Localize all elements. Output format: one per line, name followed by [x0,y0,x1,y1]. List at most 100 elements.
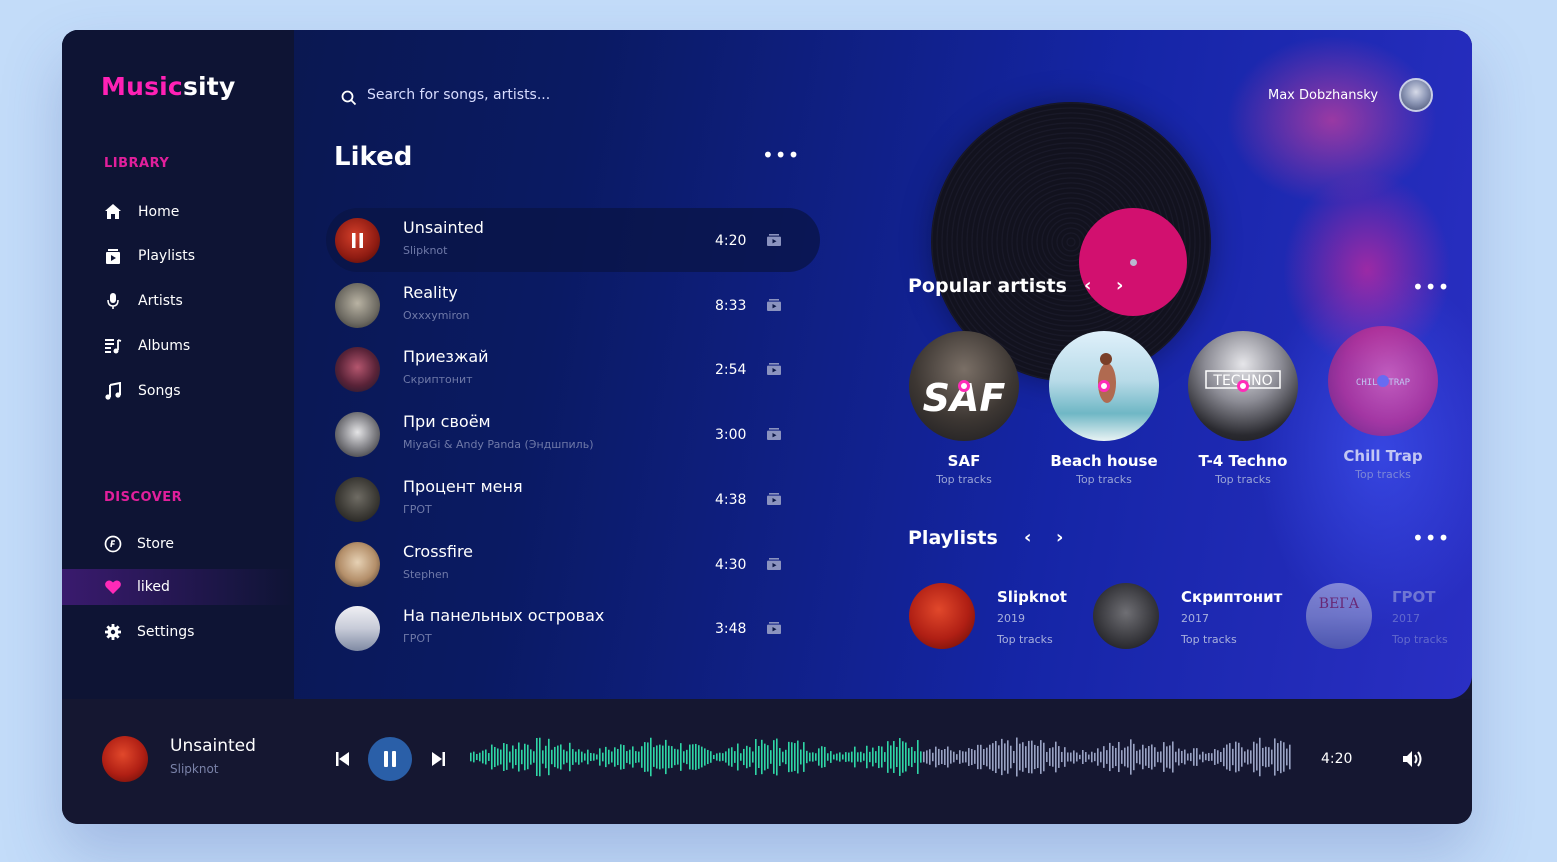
playlists-more-button[interactable]: ••• [1412,528,1450,548]
waveform-bar [866,745,868,769]
playlists-title: Playlists [908,527,998,549]
liked-more-button[interactable]: ••• [762,145,800,165]
waveform-bar [1013,750,1015,764]
popular-artists-next-button[interactable]: › [1116,275,1123,296]
track-row[interactable]: Reality Oxxxymiron 8:33 [326,273,820,337]
sidebar-item-songs[interactable]: Songs [62,373,294,409]
waveform-progress-bar[interactable] [470,735,1294,779]
track-title: Unsainted [403,218,484,237]
waveform-bar [482,750,484,764]
waveform-bar [1046,751,1048,763]
track-row[interactable]: На панельных островах ГРОТ 3:48 [326,596,820,660]
add-to-playlist-icon[interactable] [767,428,781,441]
track-title: Crossfire [403,541,474,561]
waveform-bar [767,745,769,769]
previous-track-button[interactable] [336,751,350,767]
waveform-bar [1217,750,1219,764]
waveform-bar [737,743,739,771]
waveform-bar [1241,747,1243,767]
sidebar-item-settings[interactable]: Settings [62,614,294,650]
album-icon [105,339,122,354]
app-logo[interactable]: Musicsity [101,72,235,101]
waveform-bar [491,744,493,770]
pause-button[interactable] [368,737,412,781]
waveform-bar [1124,747,1126,767]
track-cover[interactable] [335,347,380,393]
track-row[interactable]: Unsainted Slipknot 4:20 [326,208,820,272]
waveform-bar [989,744,991,770]
waveform-bar [1235,741,1237,773]
playlist-year: 2017 [1181,612,1209,625]
sidebar-item-liked[interactable]: liked [62,569,294,605]
waveform-bar [473,751,475,763]
waveform-bar [1220,751,1222,763]
waveform-bar [551,749,553,765]
next-track-button[interactable] [431,751,445,767]
popular-artists-more-button[interactable]: ••• [1412,277,1450,297]
waveform-bar [1082,750,1084,764]
library-section-title: LIBRARY [104,156,170,171]
add-to-playlist-icon[interactable] [767,363,781,376]
track-row[interactable]: Crossfire Stephen 4:30 [326,532,820,596]
sidebar-item-artists[interactable]: Artists [62,283,294,319]
sidebar-item-albums[interactable]: Albums [62,328,294,364]
waveform-bar [1277,743,1279,771]
artist-card-saf[interactable]: SAF SAF Top tracks [908,331,1020,486]
add-to-playlist-icon[interactable] [767,298,781,311]
waveform-bar [665,739,667,775]
track-duration: 4:38 [715,491,747,508]
sidebar-item-label: Settings [137,624,195,640]
waveform-bar [644,742,646,772]
track-artist: Slipknot [403,244,448,257]
artist-card-t4-techno[interactable]: TECHNO T-4 Techno Top tracks [1187,331,1299,486]
track-artist: Oxxxymiron [403,308,470,322]
volume-icon[interactable] [1402,749,1424,769]
waveform-bar [1010,745,1012,769]
sidebar-item-home[interactable]: Home [62,194,294,230]
add-to-playlist-icon[interactable] [767,557,781,570]
add-to-playlist-icon[interactable] [767,234,781,246]
user-name[interactable]: Max Dobzhansky [1268,88,1378,103]
waveform-bar [572,749,574,765]
track-row[interactable]: Процент меня ГРОТ 4:38 [326,467,820,531]
track-title: На панельных островах [403,606,605,626]
playlists-prev-button[interactable]: ‹ [1024,527,1031,548]
track-cover[interactable] [335,412,380,458]
waveform-bar [557,745,559,769]
waveform-bar [875,751,877,763]
track-cover[interactable] [335,606,380,652]
sidebar-item-playlists[interactable]: Playlists [62,238,294,274]
artist-cover: SAF [909,331,1019,441]
waveform-bar [1268,747,1270,767]
track-row[interactable]: Приезжай Скриптонит 2:54 [326,337,820,401]
waveform-bar [1040,740,1042,774]
track-cover[interactable] [335,541,380,587]
waveform-bar [1196,748,1198,766]
waveform-bar [608,749,610,765]
waveform-bar [761,739,763,775]
waveform-bar [722,753,724,761]
waveform-bar [632,746,634,768]
waveform-bar [743,748,745,766]
playlists-next-button[interactable]: › [1056,527,1063,548]
waveform-bar [830,751,832,763]
waveform-bar [542,750,544,764]
add-to-playlist-icon[interactable] [767,492,781,505]
artist-card-chill-trap[interactable]: CHILL TRAP Chill Trap Top tracks [1327,326,1439,481]
waveform-bar [788,741,790,773]
avatar[interactable] [1399,78,1433,112]
add-to-playlist-icon[interactable] [767,622,781,635]
search-input[interactable]: Search for songs, artists... [367,87,550,103]
artist-card-beach-house[interactable]: Beach house Top tracks [1048,331,1160,486]
waveform-bar [764,743,766,771]
track-cover[interactable] [335,218,380,263]
waveform-bar [968,748,970,766]
track-cover[interactable] [335,476,380,522]
popular-artists-prev-button[interactable]: ‹ [1084,275,1091,296]
now-playing-cover[interactable] [102,736,148,782]
track-cover[interactable] [335,282,380,328]
track-row[interactable]: При своём MiyaGi & Andy Panda (Эндшпиль) 3… [326,402,820,466]
sidebar-item-store[interactable]: Store [62,526,294,562]
waveform-bar [1085,752,1087,762]
waveform-bar [1238,742,1240,772]
